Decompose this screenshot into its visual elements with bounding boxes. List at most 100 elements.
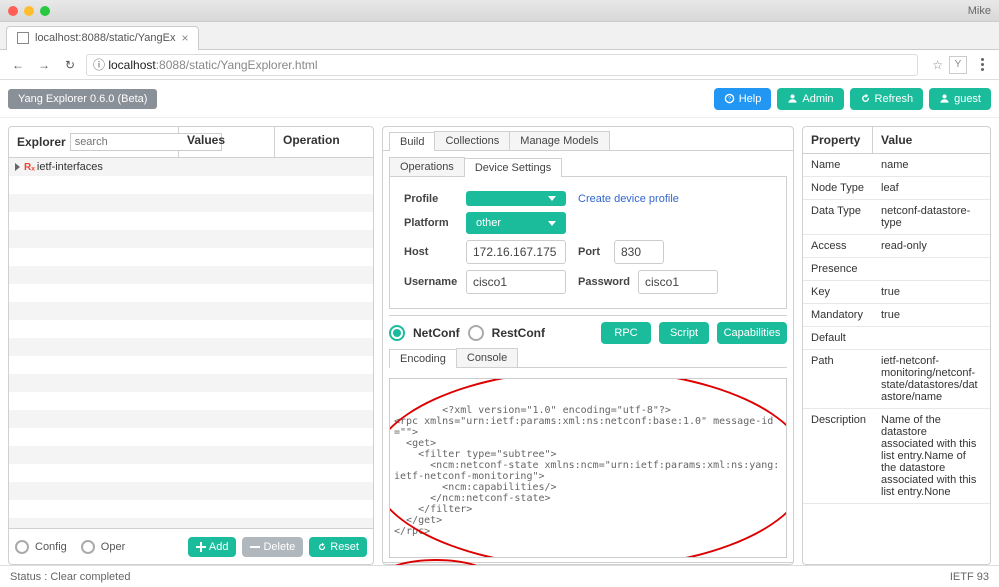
add-button[interactable]: Add <box>188 537 237 557</box>
property-col-header: Property <box>803 127 873 153</box>
property-row: Accessread-only <box>803 235 990 258</box>
col-header-operation: Operation <box>275 127 373 157</box>
subtab-device-settings[interactable]: Device Settings <box>464 158 562 177</box>
host-field[interactable] <box>466 240 566 264</box>
app-title-badge: Yang Explorer 0.6.0 (Beta) <box>8 89 157 109</box>
admin-button[interactable]: Admin <box>777 88 843 110</box>
property-value: netconf-datastore-type <box>873 200 990 234</box>
property-key: Node Type <box>803 177 873 199</box>
platform-label: Platform <box>404 217 460 229</box>
tree-node-label: ietf-interfaces <box>37 161 103 173</box>
rpc-editor[interactable]: <?xml version="1.0" encoding="utf-8"?> <… <box>389 378 787 558</box>
property-row: Presence <box>803 258 990 281</box>
window-minimize-dot[interactable] <box>24 6 34 16</box>
tree-node-ietf-interfaces[interactable]: Rₓ ietf-interfaces <box>9 158 373 176</box>
nav-reload-button[interactable]: ↻ <box>60 55 80 75</box>
property-row: DescriptionName of the datastore associa… <box>803 409 990 504</box>
nav-back-button[interactable]: ← <box>8 55 28 75</box>
extension-icon[interactable]: Y <box>949 56 967 74</box>
property-value: name <box>873 154 990 176</box>
script-button[interactable]: Script <box>659 322 709 344</box>
value-col-header: Value <box>873 127 990 153</box>
encoding-tab[interactable]: Encoding <box>389 349 457 368</box>
url-host: localhost <box>108 58 155 72</box>
browser-tabbar: localhost:8088/static/YangEx × <box>0 22 999 50</box>
restconf-radio[interactable] <box>468 325 484 341</box>
help-button[interactable]: ?Help <box>714 88 772 110</box>
port-label: Port <box>578 246 608 258</box>
tab-close-icon[interactable]: × <box>181 31 188 45</box>
property-value: Name of the datastore associated with th… <box>873 409 990 503</box>
rpc-button[interactable]: RPC <box>601 322 651 344</box>
console-tab[interactable]: Console <box>456 348 518 367</box>
url-bar[interactable]: ⓘ localhost:8088/static/YangExplorer.htm… <box>86 54 918 76</box>
property-value: read-only <box>873 235 990 257</box>
rpc-xml-content: <?xml version="1.0" encoding="utf-8"?> <… <box>394 405 779 537</box>
create-device-profile-link[interactable]: Create device profile <box>578 193 679 205</box>
password-field[interactable] <box>638 270 718 294</box>
port-field[interactable] <box>614 240 664 264</box>
caret-down-icon <box>548 196 556 201</box>
restconf-label: RestConf <box>492 326 545 340</box>
expand-icon[interactable] <box>15 163 20 171</box>
schema-tree-panel: Explorer Values Operation Rₓ ietf-interf… <box>8 126 374 565</box>
username-label: Username <box>404 276 460 288</box>
property-key: Data Type <box>803 200 873 234</box>
bookmark-star-icon[interactable]: ☆ <box>932 58 943 72</box>
oper-radio[interactable] <box>81 540 95 554</box>
property-row: Default <box>803 327 990 350</box>
tab-manage-models[interactable]: Manage Models <box>509 131 609 150</box>
username-field[interactable] <box>466 270 566 294</box>
password-label: Password <box>578 276 632 288</box>
profile-select[interactable] <box>466 191 566 206</box>
property-value: ietf-netconf-monitoring/netconf-state/da… <box>873 350 990 408</box>
property-key: Presence <box>803 258 873 280</box>
svg-text:?: ? <box>728 97 731 103</box>
host-label: Host <box>404 246 460 258</box>
property-value: true <box>873 304 990 326</box>
config-radio[interactable] <box>15 540 29 554</box>
property-row: Keytrue <box>803 281 990 304</box>
property-key: Path <box>803 350 873 408</box>
window-zoom-dot[interactable] <box>40 6 50 16</box>
url-path: /static/YangExplorer.html <box>186 58 318 72</box>
tab-collections[interactable]: Collections <box>434 131 510 150</box>
caret-down-icon <box>548 221 556 226</box>
property-value <box>873 327 990 349</box>
profile-label: Profile <box>404 193 460 205</box>
browser-tab[interactable]: localhost:8088/static/YangEx × <box>6 26 199 50</box>
capabilities-button[interactable]: Capabilities <box>717 322 787 344</box>
property-row: Mandatorytrue <box>803 304 990 327</box>
netconf-radio[interactable] <box>389 325 405 341</box>
col-header-explorer: Explorer <box>17 135 66 149</box>
col-header-values: Values <box>179 127 275 157</box>
favicon-icon <box>17 32 29 44</box>
property-key: Access <box>803 235 873 257</box>
status-text: Status : Clear completed <box>10 571 130 583</box>
subtab-operations[interactable]: Operations <box>389 157 465 176</box>
property-value <box>873 258 990 280</box>
reset-button[interactable]: Reset <box>309 537 367 557</box>
property-row: Pathietf-netconf-monitoring/netconf-stat… <box>803 350 990 409</box>
window-titlebar: Mike <box>0 0 999 22</box>
window-close-dot[interactable] <box>8 6 18 16</box>
node-badge-icon: Rₓ <box>24 162 35 173</box>
browser-menu-icon[interactable] <box>973 58 991 71</box>
property-value: true <box>873 281 990 303</box>
status-right: IETF 93 <box>950 571 989 583</box>
property-key: Mandatory <box>803 304 873 326</box>
refresh-button[interactable]: Refresh <box>850 88 924 110</box>
property-row: Namename <box>803 154 990 177</box>
build-panel: Build Collections Manage Models Operatio… <box>382 126 794 565</box>
delete-button[interactable]: Delete <box>242 537 303 557</box>
property-value: leaf <box>873 177 990 199</box>
config-radio-label: Config <box>35 541 67 553</box>
property-key: Description <box>803 409 873 503</box>
oper-radio-label: Oper <box>101 541 125 553</box>
properties-panel: Property Value NamenameNode TypeleafData… <box>802 126 991 565</box>
nav-forward-button[interactable]: → <box>34 55 54 75</box>
platform-select[interactable]: other <box>466 212 566 234</box>
guest-button[interactable]: guest <box>929 88 991 110</box>
property-row: Data Typenetconf-datastore-type <box>803 200 990 235</box>
tab-build[interactable]: Build <box>389 132 435 151</box>
